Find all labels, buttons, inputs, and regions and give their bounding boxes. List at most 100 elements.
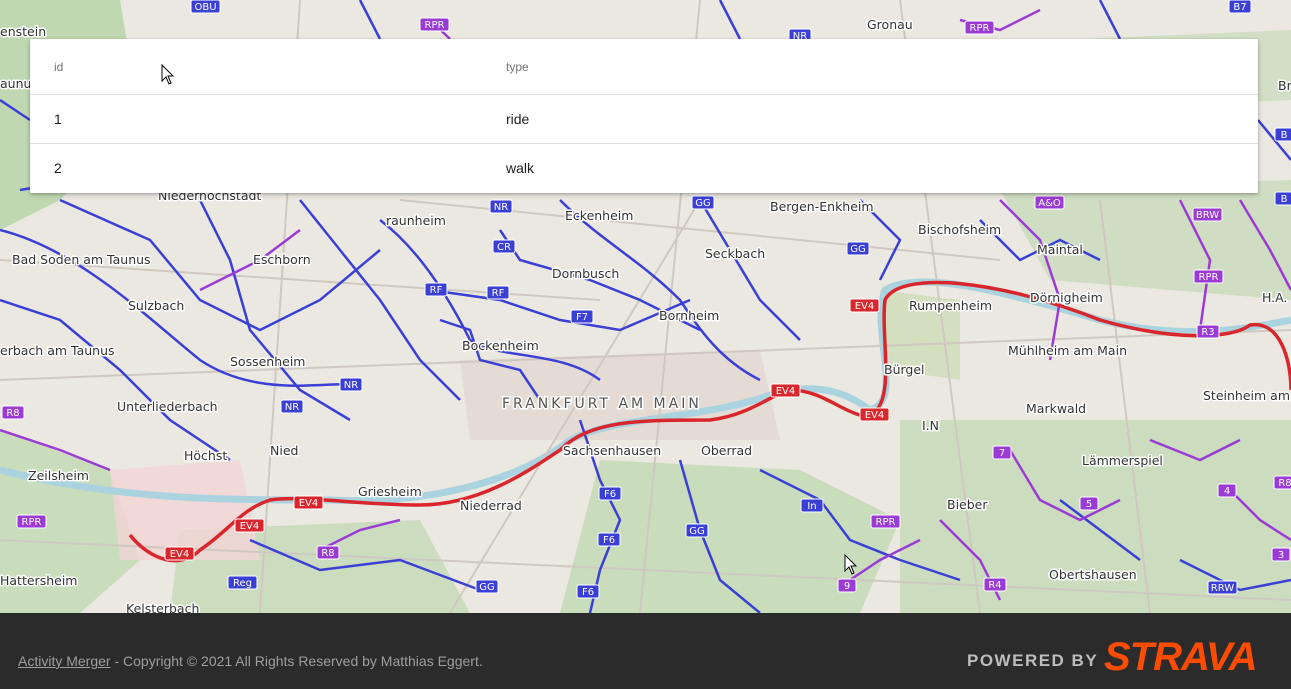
powered-by-label: POWERED BY bbox=[967, 651, 1099, 670]
route-badge: CR bbox=[492, 239, 516, 254]
place-label: Höchst bbox=[184, 448, 227, 463]
route-badge-label: F6 bbox=[604, 489, 616, 500]
table-header-row: id type bbox=[30, 39, 1258, 95]
route-badge-label: EV4 bbox=[170, 549, 190, 560]
place-label: raunheim bbox=[386, 213, 446, 228]
route-badge-label: Reg bbox=[233, 578, 252, 589]
route-badge: OBU bbox=[190, 0, 221, 14]
route-badge: R4 bbox=[983, 577, 1007, 592]
place-label: Obertshausen bbox=[1049, 567, 1137, 582]
place-label: Kelsterbach bbox=[126, 601, 199, 613]
mouse-pointer-icon bbox=[844, 554, 858, 575]
place-label: Bergen-Enkheim bbox=[770, 199, 874, 214]
route-badge: F6 bbox=[576, 584, 600, 599]
route-badge: RPR bbox=[870, 514, 901, 529]
footer: Activity Merger - Copyright © 2021 All R… bbox=[0, 613, 1291, 689]
route-badge-label: RPR bbox=[876, 517, 896, 528]
route-badge-label: GG bbox=[689, 526, 705, 537]
route-badge-label: B bbox=[1281, 194, 1288, 205]
route-badge-label: RRW bbox=[1211, 583, 1234, 594]
route-badge: F6 bbox=[598, 486, 622, 501]
route-badge: GG bbox=[846, 241, 870, 256]
cell-type: ride bbox=[482, 94, 1258, 144]
route-badge: A&O bbox=[1034, 195, 1065, 210]
route-badge-label: RPR bbox=[1199, 272, 1219, 283]
table-row[interactable]: 1 ride bbox=[30, 94, 1258, 144]
route-badge-label: R4 bbox=[988, 580, 1001, 591]
route-badge-label: GG bbox=[695, 198, 711, 209]
place-label: Bischofsheim bbox=[918, 222, 1001, 237]
route-badge: RPR bbox=[964, 20, 995, 35]
place-label: Bockenheim bbox=[462, 338, 539, 353]
place-label: Dornbusch bbox=[552, 266, 619, 281]
route-badge-label: NR bbox=[494, 202, 508, 213]
route-badge: R8 bbox=[316, 545, 340, 560]
route-badge-label: 4 bbox=[1224, 486, 1230, 497]
place-label: Bieber bbox=[947, 497, 988, 512]
place-label: Griesheim bbox=[358, 484, 422, 499]
route-badge: Reg bbox=[227, 575, 258, 590]
table-row[interactable]: 2 walk bbox=[30, 144, 1258, 193]
place-label: Oberrad bbox=[701, 443, 752, 458]
route-badge: RPR bbox=[1193, 269, 1224, 284]
place-label: I.N bbox=[922, 418, 939, 433]
route-badge: B7 bbox=[1228, 0, 1252, 14]
route-badge-label: 3 bbox=[1278, 550, 1284, 561]
route-badge-label: A&O bbox=[1038, 198, 1061, 209]
route-badge: GG bbox=[475, 579, 499, 594]
route-badge-label: R8 bbox=[6, 408, 19, 419]
route-badge: 4 bbox=[1217, 483, 1237, 498]
footer-copyright: Activity Merger - Copyright © 2021 All R… bbox=[18, 653, 483, 669]
route-badge: RPR bbox=[419, 17, 450, 32]
route-badge: B bbox=[1274, 127, 1291, 142]
column-header-type[interactable]: type bbox=[482, 39, 1258, 95]
place-label: H.A. bbox=[1262, 290, 1287, 305]
route-badge: NR bbox=[280, 399, 304, 414]
cell-id: 1 bbox=[30, 94, 482, 144]
route-badge: RF bbox=[424, 282, 448, 297]
place-label: Gronau bbox=[867, 17, 913, 32]
activities-table: id type 1 ride 2 walk bbox=[30, 39, 1258, 192]
place-label: Br bbox=[1278, 78, 1291, 93]
route-badge-label: R3 bbox=[1201, 327, 1214, 338]
activities-table-card: id type 1 ride 2 walk bbox=[30, 39, 1258, 193]
route-badge-label: BRW bbox=[1196, 210, 1219, 221]
route-badge-label: EV4 bbox=[776, 386, 796, 397]
route-badge: F7 bbox=[570, 309, 594, 324]
route-badge: EV4 bbox=[234, 518, 265, 533]
route-badge-label: R8 bbox=[1278, 478, 1291, 489]
route-badge-label: B bbox=[1281, 130, 1288, 141]
route-badge: 9 bbox=[837, 578, 857, 593]
route-badge: GG bbox=[685, 523, 709, 538]
route-badge: GG bbox=[691, 195, 715, 210]
route-badge: EV4 bbox=[164, 546, 195, 561]
activity-merger-link[interactable]: Activity Merger bbox=[18, 653, 111, 669]
route-badge: BRW bbox=[1192, 207, 1223, 222]
route-badge: 3 bbox=[1271, 547, 1291, 562]
route-badge-label: R8 bbox=[321, 548, 334, 559]
place-label: Sossenheim bbox=[230, 354, 305, 369]
strava-logo: STRAVA bbox=[1104, 635, 1258, 679]
route-badge: NR bbox=[339, 377, 363, 392]
city-label: FRANKFURT AM MAIN bbox=[502, 396, 702, 412]
route-badge-label: GG bbox=[479, 582, 495, 593]
place-label: Seckbach bbox=[705, 246, 765, 261]
place-label: Niederrad bbox=[460, 498, 522, 513]
place-label: enstein bbox=[0, 24, 46, 39]
route-badge-label: CR bbox=[497, 242, 511, 253]
route-badge: EV4 bbox=[859, 407, 890, 422]
route-badge-label: EV4 bbox=[240, 521, 260, 532]
copyright-text: - Copyright © 2021 All Rights Reserved b… bbox=[110, 653, 483, 669]
place-label: Eckenheim bbox=[565, 208, 633, 223]
route-badge: R8 bbox=[1273, 475, 1291, 490]
route-badge-label: 7 bbox=[999, 448, 1005, 459]
column-header-id[interactable]: id bbox=[30, 39, 482, 95]
place-label: Sachsenhausen bbox=[563, 443, 661, 458]
place-label: erbach am Taunus bbox=[0, 343, 115, 358]
route-badge-label: RPR bbox=[425, 20, 445, 31]
route-badge-label: F7 bbox=[576, 312, 588, 323]
cell-id: 2 bbox=[54, 160, 62, 176]
route-badge: R8 bbox=[1, 405, 25, 420]
route-badge-label: 9 bbox=[844, 581, 850, 592]
place-label: Nied bbox=[270, 443, 298, 458]
